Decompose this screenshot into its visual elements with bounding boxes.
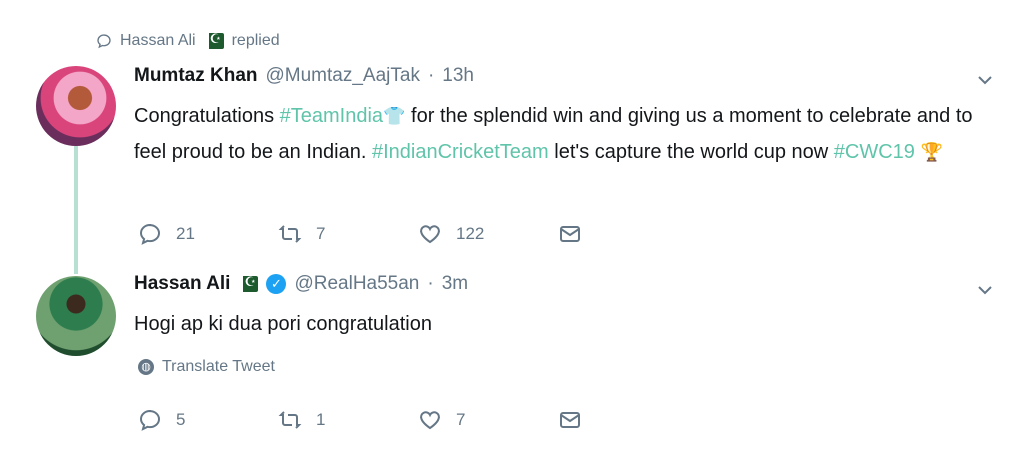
avatar[interactable] (36, 276, 116, 356)
trophy-emoji-icon: 🏆 (920, 142, 943, 162)
tweet-text: Congratulations #TeamIndia👕 for the sple… (134, 98, 984, 170)
tweet-header: Hassan Ali ✓ @RealHa55an · 3m (134, 270, 995, 298)
timestamp[interactable]: 13h (442, 65, 474, 87)
reply-count: 5 (176, 410, 186, 429)
display-name[interactable]: Hassan Ali (134, 273, 230, 295)
tweet-header: Mumtaz Khan @Mumtaz_AajTak · 13h (134, 62, 995, 90)
separator-dot: · (427, 273, 434, 294)
message-icon (560, 226, 580, 242)
verified-icon: ✓ (266, 274, 287, 294)
pakistan-flag-icon (238, 274, 259, 292)
tweet[interactable]: Hassan Ali ✓ @RealHa55an · 3m Hogi ap ki… (134, 270, 995, 342)
tweet-actions: 21 7 122 (138, 222, 698, 246)
tweet-actions: 5 1 7 (138, 408, 698, 432)
hashtag-link[interactable]: #TeamIndia (280, 105, 383, 127)
tweet-text: Hogi ap ki dua pori congratulation (134, 306, 984, 342)
tweet-text-part: Congratulations (134, 105, 280, 127)
hashtag-link[interactable]: #IndianCricketTeam (372, 141, 549, 163)
hashtag-link[interactable]: #CWC19 (834, 141, 915, 163)
reply-button[interactable]: 5 (138, 408, 278, 432)
avatar[interactable] (36, 66, 116, 146)
like-icon (420, 411, 440, 430)
translate-label: Translate Tweet (162, 358, 275, 375)
translate-tweet-link[interactable]: ◍ Translate Tweet (138, 358, 275, 376)
pakistan-flag-icon (203, 31, 224, 49)
globe-icon: ◍ (138, 359, 154, 375)
retweet-count: 7 (316, 224, 326, 243)
retweet-count: 1 (316, 410, 326, 429)
username[interactable]: @RealHa55an (294, 273, 419, 295)
message-button[interactable] (558, 408, 698, 432)
like-button[interactable]: 7 (418, 408, 558, 432)
reply-icon (139, 409, 161, 431)
reply-icon (97, 34, 111, 49)
reply-icon (139, 223, 161, 245)
display-name[interactable]: Mumtaz Khan (134, 65, 258, 87)
tweet-text-part: let's capture the world cup now (548, 141, 834, 163)
tweet[interactable]: Mumtaz Khan @Mumtaz_AajTak · 13h Congrat… (134, 62, 995, 170)
retweet-button[interactable]: 1 (278, 408, 418, 432)
retweet-icon (278, 411, 302, 429)
like-count: 122 (456, 224, 485, 243)
tweet-text-part: Hogi ap ki dua pori congratulation (134, 313, 432, 335)
context-name[interactable]: Hassan Ali (120, 32, 196, 50)
message-button[interactable] (558, 222, 698, 246)
thread-line (74, 142, 78, 274)
retweet-icon (278, 225, 302, 243)
like-button[interactable]: 122 (418, 222, 558, 246)
separator-dot: · (427, 65, 435, 86)
context-label: replied (231, 32, 280, 49)
message-icon (560, 412, 580, 428)
reply-count: 21 (176, 224, 195, 243)
jersey-emoji-icon: 👕 (383, 106, 406, 126)
like-icon (420, 225, 440, 244)
reply-context: Hassan Ali replied (96, 28, 280, 54)
username[interactable]: @Mumtaz_AajTak (266, 65, 420, 87)
retweet-button[interactable]: 7 (278, 222, 418, 246)
timestamp[interactable]: 3m (442, 273, 468, 295)
like-count: 7 (456, 410, 466, 429)
reply-button[interactable]: 21 (138, 222, 278, 246)
